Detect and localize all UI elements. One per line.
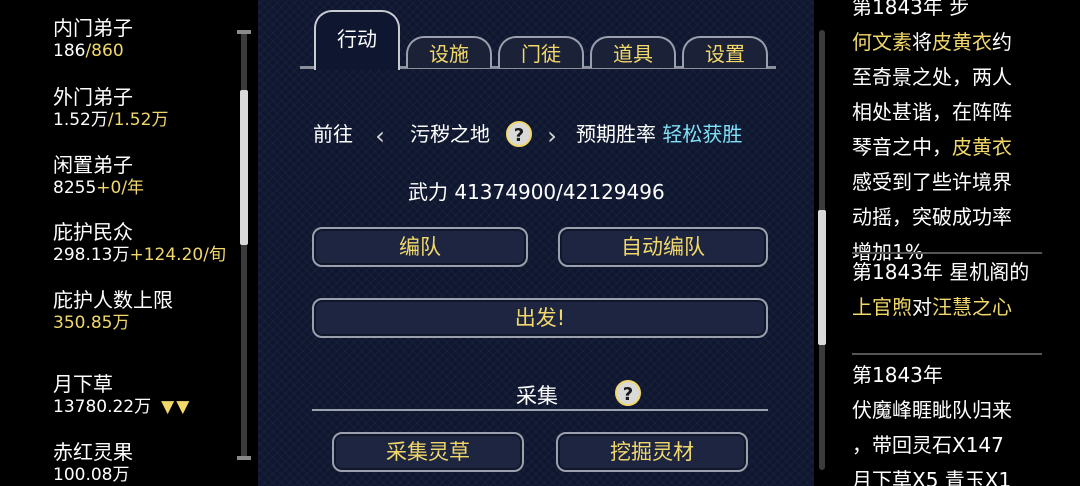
stat-label: 庇护民众 <box>53 220 133 244</box>
gather-label: 采集 <box>516 384 558 408</box>
dig-material-button[interactable]: 挖掘灵材 <box>556 432 748 472</box>
gather-herb-button[interactable]: 采集灵草 <box>332 432 524 472</box>
stat-idle-disciples: 闲置弟子 8255+0/年 <box>53 153 144 199</box>
log-line: ，带回灵石X147 <box>852 433 1004 457</box>
stat-value: 298.13万 <box>53 245 130 265</box>
resource-panel: 内门弟子 186/860 外门弟子 1.52万/1.52万 闲置弟子 8255+… <box>0 0 258 486</box>
stat-value: 350.85万 <box>53 313 130 333</box>
log-line: 第1843年 <box>852 363 943 387</box>
stat-value-max: /860 <box>85 41 124 61</box>
power-readout: 武力 41374900/42129496 <box>408 176 665 205</box>
log-line: 月下草X5 青玉X1 <box>852 468 1012 486</box>
stat-moon-grass: 月下草 13780.22万 ▼▼ <box>53 372 191 418</box>
stat-value-max: /1.52万 <box>107 110 169 130</box>
tab-facilities[interactable]: 设施 <box>406 36 492 68</box>
character-name[interactable]: 汪慧之心 <box>932 295 1012 319</box>
stat-value: 186 <box>53 41 86 61</box>
winrate-value: 轻松获胜 <box>662 122 743 146</box>
log-entry: 第1843年 伏魔峰睚眦队归来 ，带回灵石X147 月下草X5 青玉X1 <box>852 358 1052 486</box>
log-line: 至奇景之处，两人 <box>852 65 1012 89</box>
winrate: 预期胜率 轻松获胜 <box>576 118 742 147</box>
stat-label: 庇护人数上限 <box>53 288 173 312</box>
stat-label: 外门弟子 <box>53 85 133 109</box>
tab-settings[interactable]: 设置 <box>682 36 768 68</box>
log-line: 第1843年 星机阁的 <box>852 260 1030 284</box>
scrollbar-thumb[interactable] <box>818 210 826 345</box>
log-text: 琴音之中， <box>852 135 952 159</box>
stat-inner-disciples: 内门弟子 186/860 <box>53 16 133 62</box>
log-text: 对 <box>912 295 932 319</box>
gather-help-icon[interactable]: ? <box>615 380 641 406</box>
log-line: 第1843年 步 <box>852 0 970 19</box>
stat-label: 赤红灵果 <box>53 440 133 464</box>
stat-label: 月下草 <box>53 372 113 396</box>
stat-protection-cap: 庇护人数上限 350.85万 <box>53 288 173 334</box>
power-label: 武力 <box>408 180 448 204</box>
log-line: 感受到了些许境界 <box>852 170 1012 194</box>
log-line: 动摇，突破成功率 <box>852 205 1012 229</box>
next-destination-icon[interactable]: › <box>538 122 566 150</box>
destination-name: 污秽之地 <box>410 122 490 146</box>
prev-destination-icon[interactable]: ‹ <box>366 122 394 150</box>
winrate-label: 预期胜率 <box>576 122 656 146</box>
event-log: 第1843年 步 何文素将皮黄衣约 至奇景之处，两人 相处甚谐，在阵阵 琴音之中… <box>830 0 1080 486</box>
stat-value-rate: +124.20/旬 <box>129 245 226 265</box>
log-line: 相处甚谐，在阵阵 <box>852 100 1012 124</box>
left-scrollbar[interactable] <box>237 30 251 460</box>
log-line: 伏魔峰睚眦队归来 <box>852 398 1012 422</box>
character-name[interactable]: 何文素 <box>852 30 912 54</box>
action-panel: 行动 设施 门徒 道具 设置 前往 ‹ 污秽之地 ? › 预期胜率 轻松获胜 武… <box>258 0 814 486</box>
goto-label: 前往 <box>313 122 353 146</box>
destination-row: 前往 ‹ 污秽之地 ? › 预期胜率 轻松获胜 <box>258 116 814 152</box>
log-separator <box>852 353 1042 355</box>
power-value: 41374900/42129496 <box>454 180 665 204</box>
stat-outer-disciples: 外门弟子 1.52万/1.52万 <box>53 85 168 131</box>
log-text: 约 <box>992 30 1012 54</box>
auto-formation-button[interactable]: 自动编队 <box>558 227 768 267</box>
log-scrollbar[interactable] <box>814 30 830 470</box>
log-text: 将 <box>912 30 932 54</box>
character-name[interactable]: 皮黄衣 <box>952 135 1012 159</box>
tab-bar: 行动 设施 门徒 道具 设置 <box>300 0 776 72</box>
section-divider <box>312 409 768 411</box>
scrollbar-thumb[interactable] <box>240 90 248 245</box>
stat-value: 8255 <box>53 178 97 198</box>
character-name[interactable]: 上官煦 <box>852 295 912 319</box>
stat-value-rate: +0/年 <box>96 178 145 198</box>
stat-label: 闲置弟子 <box>53 153 133 177</box>
stat-value: 100.08万 <box>53 465 130 485</box>
log-entry: 第1843年 星机阁的 上官煦对汪慧之心 <box>852 255 1052 325</box>
stat-red-fruit: 赤红灵果 100.08万 <box>53 440 133 486</box>
trend-down-icon: ▼▼ <box>161 397 192 417</box>
stat-protected-people: 庇护民众 298.13万+124.20/旬 <box>53 220 226 266</box>
character-name[interactable]: 皮黄衣 <box>932 30 992 54</box>
log-separator <box>852 252 1042 254</box>
log-entry: 第1843年 步 何文素将皮黄衣约 至奇景之处，两人 相处甚谐，在阵阵 琴音之中… <box>852 0 1052 270</box>
tab-action[interactable]: 行动 <box>314 10 400 70</box>
stat-label: 内门弟子 <box>53 16 133 40</box>
stat-value: 13780.22万 <box>53 397 152 417</box>
tab-disciples[interactable]: 门徒 <box>498 36 584 68</box>
tab-items[interactable]: 道具 <box>590 36 676 68</box>
stat-value: 1.52万 <box>53 110 108 130</box>
depart-button[interactable]: 出发! <box>312 298 768 338</box>
destination-help-icon[interactable]: ? <box>506 121 532 147</box>
formation-button[interactable]: 编队 <box>312 227 528 267</box>
